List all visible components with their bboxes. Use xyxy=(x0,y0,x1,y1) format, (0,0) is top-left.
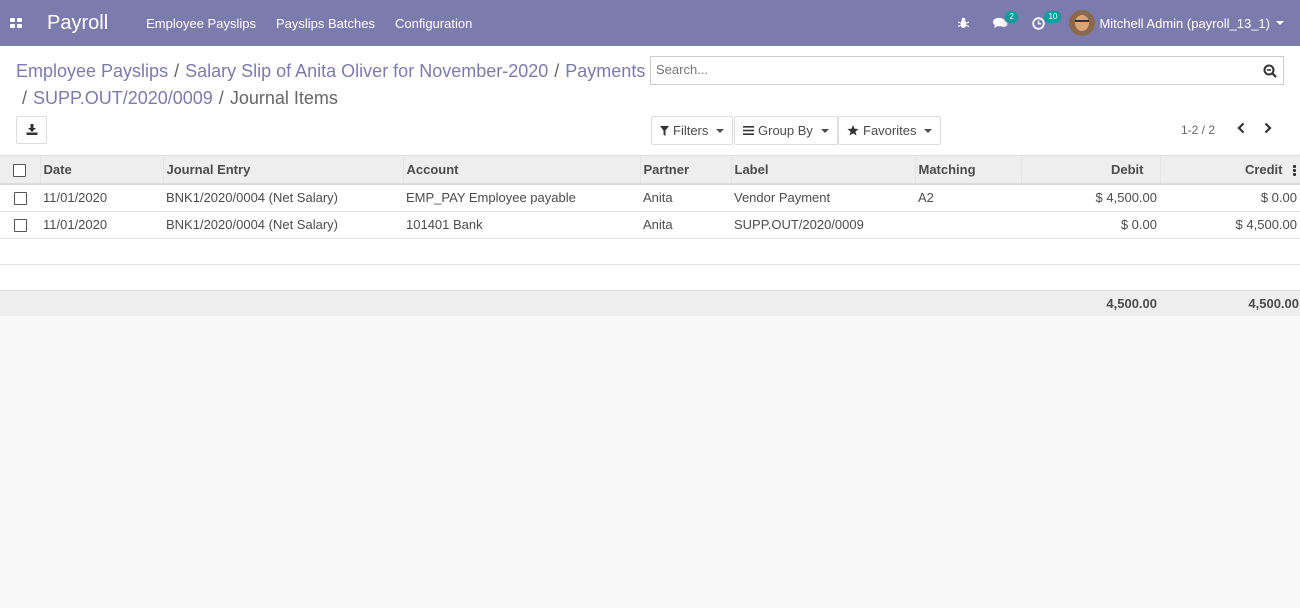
journal-items-table: Date Journal Entry Account Partner Label… xyxy=(0,156,1300,316)
cell-credit: $ 4,500.00 xyxy=(1160,211,1300,239)
menu-employee-payslips[interactable]: Employee Payslips xyxy=(146,16,256,31)
column-header-credit-label: Credit xyxy=(1244,161,1283,177)
row-checkbox[interactable] xyxy=(13,219,27,233)
breadcrumb-separator: / xyxy=(22,88,28,108)
column-header-matching[interactable]: Matching xyxy=(915,156,1022,185)
column-header-label[interactable]: Label xyxy=(731,156,916,185)
favorites-star-icon xyxy=(847,125,859,136)
breadcrumb: Employee Payslips / Salary Slip of Anita O… xyxy=(16,58,646,112)
group-by-bars-icon xyxy=(743,126,754,135)
column-header-debit[interactable]: Debit xyxy=(1021,156,1161,185)
select-all-checkbox-cell xyxy=(0,156,41,185)
row-checkbox-cell xyxy=(0,211,40,239)
breadcrumb-salary-slip[interactable]: Salary Slip of Anita Oliver for November… xyxy=(185,61,548,81)
column-header-date[interactable]: Date xyxy=(40,156,164,185)
favorites-label: Favorites xyxy=(863,123,917,138)
cell-date: 11/01/2020 xyxy=(40,184,163,212)
activities-count-badge: 10 xyxy=(1044,10,1062,23)
group-by-label: Group By xyxy=(758,123,813,138)
cell-partner: Anita xyxy=(640,211,731,239)
favorites-dropdown-button[interactable]: Favorites xyxy=(838,116,942,145)
cell-matching: A2 xyxy=(915,184,1021,212)
breadcrumb-employee-payslips[interactable]: Employee Payslips xyxy=(16,61,168,81)
breadcrumb-separator: / xyxy=(174,61,180,81)
cell-partner: Anita xyxy=(640,184,731,212)
breadcrumb-supp-out[interactable]: SUPP.OUT/2020/0009 xyxy=(33,88,213,108)
search-box xyxy=(650,56,1284,85)
breadcrumb-current: Journal Items xyxy=(229,88,338,108)
table-header-row: Date Journal Entry Account Partner Label… xyxy=(0,156,1300,185)
total-credit: 4,500.00 xyxy=(1160,290,1300,316)
breadcrumb-separator: / xyxy=(218,88,224,108)
export-download-button[interactable] xyxy=(16,116,47,144)
cell-debit: $ 4,500.00 xyxy=(1021,184,1160,212)
cell-label: Vendor Payment xyxy=(731,184,915,212)
activities-clock-icon[interactable]: 10 xyxy=(1032,10,1062,30)
group-by-caret-icon xyxy=(820,128,829,133)
cell-date: 11/01/2020 xyxy=(40,211,163,239)
debug-bug-icon[interactable] xyxy=(958,17,970,29)
cell-debit: $ 0.00 xyxy=(1021,211,1160,239)
apps-menu-icon[interactable] xyxy=(0,0,32,46)
empty-row xyxy=(0,264,1300,291)
app-name[interactable]: Payroll xyxy=(47,12,108,35)
column-header-credit[interactable]: Credit xyxy=(1160,156,1300,185)
pager-previous-chevron-icon[interactable] xyxy=(1236,122,1246,137)
column-header-partner[interactable]: Partner xyxy=(640,156,732,185)
row-checkbox[interactable] xyxy=(13,192,27,206)
column-header-journal-entry[interactable]: Journal Entry xyxy=(163,156,404,185)
table-row[interactable]: 11/01/2020 BNK1/2020/0004 (Net Salary) 1… xyxy=(0,211,1300,239)
main-navbar: Payroll Employee Payslips Payslips Batch… xyxy=(0,0,1300,46)
favorites-caret-icon xyxy=(924,128,933,133)
menu-configuration[interactable]: Configuration xyxy=(395,16,472,31)
total-debit: 4,500.00 xyxy=(1021,290,1160,316)
row-checkbox-cell xyxy=(0,184,40,212)
table-row[interactable]: 11/01/2020 BNK1/2020/0004 (Net Salary) E… xyxy=(0,184,1300,212)
select-all-checkbox[interactable] xyxy=(13,164,27,178)
cell-label: SUPP.OUT/2020/0009 xyxy=(731,211,915,239)
optional-columns-kebab-icon[interactable] xyxy=(1292,164,1296,177)
cell-matching xyxy=(915,211,1021,239)
user-menu-caret-icon[interactable] xyxy=(1276,21,1284,25)
column-header-debit-label: Debit xyxy=(1111,162,1144,177)
cell-account: EMP_PAY Employee payable xyxy=(403,184,640,212)
download-icon xyxy=(26,123,38,138)
messages-comments-icon[interactable]: 2 xyxy=(993,11,1018,29)
cell-account: 101401 Bank xyxy=(403,211,640,239)
pager-value[interactable]: 1-2 / 2 xyxy=(1181,123,1215,137)
cell-credit: $ 0.00 xyxy=(1160,184,1300,212)
breadcrumb-separator: / xyxy=(554,61,560,81)
filters-label: Filters xyxy=(673,123,709,138)
breadcrumb-payments[interactable]: Payments xyxy=(565,61,645,81)
pager-next-chevron-icon[interactable] xyxy=(1263,122,1273,137)
search-input[interactable] xyxy=(656,62,1246,77)
cell-journal-entry: BNK1/2020/0004 (Net Salary) xyxy=(163,211,403,239)
search-icon[interactable] xyxy=(1263,64,1277,81)
messages-count-badge: 2 xyxy=(1005,11,1018,23)
filter-funnel-icon xyxy=(660,125,669,136)
systray: 2 10 Mitchell Admin (payroll_13_1) xyxy=(958,0,1300,46)
menu-payslips-batches[interactable]: Payslips Batches xyxy=(276,16,375,31)
empty-row xyxy=(0,238,1300,265)
control-panel: Employee Payslips / Salary Slip of Anita O… xyxy=(0,46,1300,156)
totals-row: 4,500.00 4,500.00 xyxy=(0,290,1300,316)
user-avatar[interactable] xyxy=(1069,10,1096,36)
cell-journal-entry: BNK1/2020/0004 (Net Salary) xyxy=(163,184,403,212)
filters-caret-icon xyxy=(716,128,725,133)
user-menu-name[interactable]: Mitchell Admin (payroll_13_1) xyxy=(1099,16,1270,31)
group-by-dropdown-button[interactable]: Group By xyxy=(734,116,838,145)
filters-dropdown-button[interactable]: Filters xyxy=(651,116,734,145)
column-header-account[interactable]: Account xyxy=(403,156,641,185)
